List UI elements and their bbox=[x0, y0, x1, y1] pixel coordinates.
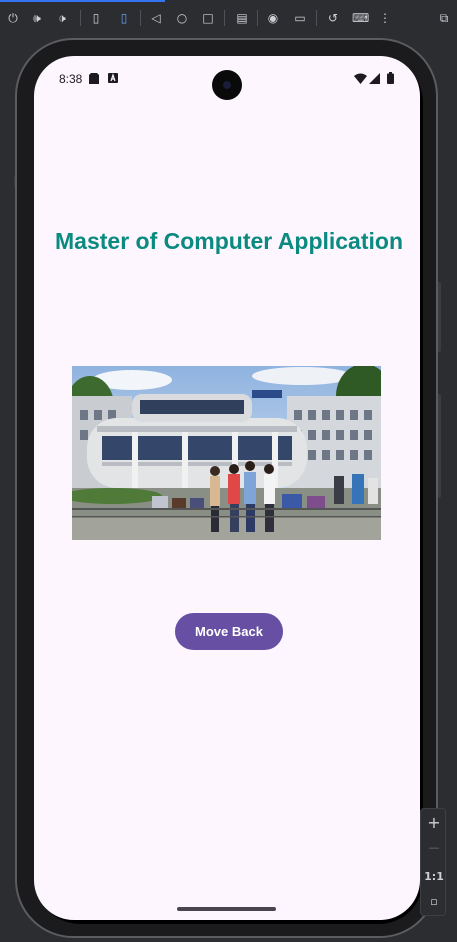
notification-icon bbox=[108, 73, 118, 83]
toolbar-separator bbox=[316, 10, 317, 26]
volume-up-icon[interactable]: 🕪 bbox=[30, 11, 44, 25]
device-screen: 8:38 Master of Computer Application Move… bbox=[34, 56, 420, 920]
status-time: 8:38 bbox=[59, 72, 83, 86]
zoom-panel: + — 1:1 ▫ bbox=[420, 808, 446, 916]
screenrecord-icon[interactable]: ▭ bbox=[293, 11, 307, 25]
status-bar: 8:38 bbox=[34, 56, 420, 102]
fold-icon[interactable]: ▤ bbox=[235, 11, 249, 25]
keyboard-icon[interactable]: ⌨ bbox=[352, 11, 369, 25]
zoom-in-button[interactable]: + bbox=[421, 813, 447, 832]
mirror-icon[interactable]: ⧉ bbox=[437, 11, 451, 25]
zoom-out-button[interactable]: — bbox=[421, 841, 447, 854]
overview-icon[interactable]: □ bbox=[201, 11, 215, 25]
toolbar-separator bbox=[224, 10, 225, 26]
sim-card-icon bbox=[89, 73, 99, 84]
zoom-one-to-one-button[interactable]: 1:1 bbox=[421, 870, 447, 883]
toolbar-separator bbox=[257, 10, 258, 26]
screenshot-icon[interactable]: ◉ bbox=[266, 11, 280, 25]
home-icon[interactable]: ○ bbox=[175, 11, 189, 25]
volume-down-icon[interactable]: 🕩 bbox=[55, 11, 69, 25]
page-title: Master of Computer Application bbox=[55, 228, 403, 254]
zoom-fit-icon[interactable]: ▫ bbox=[421, 895, 447, 908]
more-icon[interactable]: ⋮ bbox=[378, 11, 392, 25]
power-icon[interactable]: ⏻ bbox=[6, 11, 20, 25]
back-icon[interactable]: ◁ bbox=[149, 11, 163, 25]
rotate-left-icon[interactable]: ▯ bbox=[89, 11, 103, 25]
rollback-icon[interactable]: ↺ bbox=[326, 11, 340, 25]
rotate-right-icon[interactable]: ▯ bbox=[117, 11, 131, 25]
campus-photo bbox=[72, 366, 381, 540]
front-camera bbox=[212, 70, 242, 100]
move-back-button[interactable]: Move Back bbox=[175, 613, 283, 650]
emulator-toolbar: ⏻ 🕪 🕩 ▯ ▯ ◁ ○ □ ▤ ◉ ▭ ↺ ⌨ ⋮ ⧉ bbox=[0, 0, 457, 36]
toolbar-progress bbox=[0, 0, 165, 2]
campus-photo-illustration bbox=[72, 366, 381, 540]
toolbar-separator bbox=[140, 10, 141, 26]
home-indicator[interactable] bbox=[177, 907, 276, 911]
battery-icon bbox=[387, 72, 394, 84]
toolbar-separator bbox=[80, 10, 81, 26]
signal-icon bbox=[369, 73, 380, 84]
wifi-icon bbox=[354, 73, 367, 84]
